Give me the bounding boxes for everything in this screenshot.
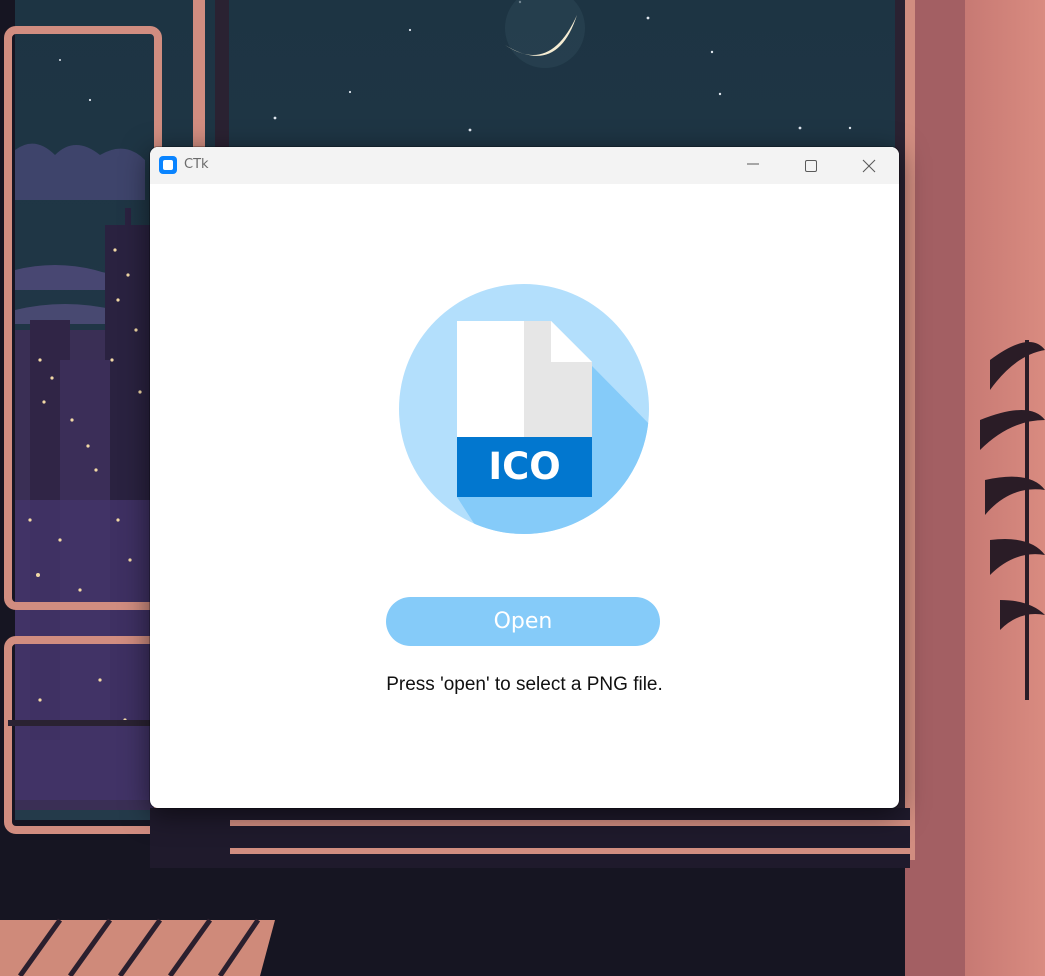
minimize-button[interactable]	[730, 147, 776, 184]
app-icon	[159, 156, 177, 174]
close-icon	[862, 159, 876, 172]
desktop: CTk ICO Open Press 'open' to select a PN…	[0, 0, 1045, 976]
close-button[interactable]	[846, 147, 892, 184]
open-button[interactable]: Open	[386, 597, 660, 646]
maximize-button[interactable]	[788, 147, 834, 184]
title-bar[interactable]: CTk	[150, 147, 899, 184]
maximize-icon	[805, 159, 817, 172]
app-window: CTk ICO Open Press 'open' to select a PN…	[150, 147, 899, 808]
logo-label: ICO	[488, 445, 560, 488]
window-content: ICO Open Press 'open' to select a PNG fi…	[150, 184, 899, 808]
ico-file-icon: ICO	[399, 284, 649, 534]
window-title: CTk	[184, 157, 209, 172]
minimize-icon	[747, 163, 759, 164]
status-text: Press 'open' to select a PNG file.	[386, 674, 663, 695]
